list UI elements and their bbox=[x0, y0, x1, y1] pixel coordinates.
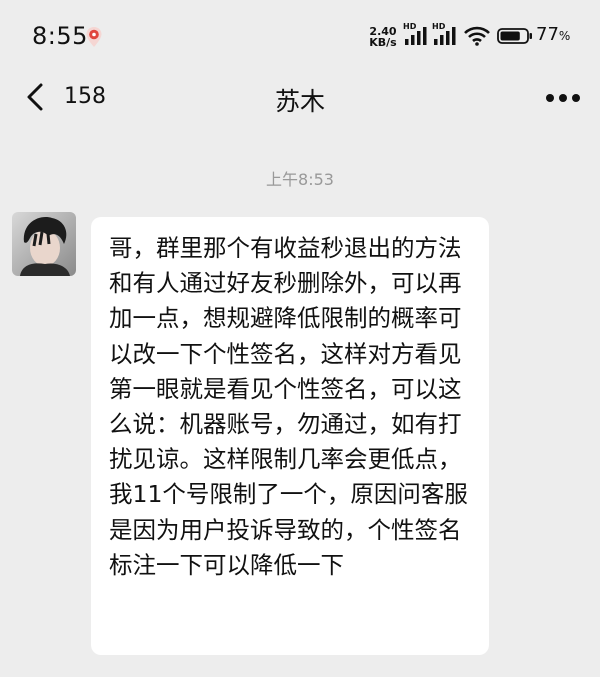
sim2-hd-label: HD bbox=[432, 22, 446, 31]
battery-percentage: 77% bbox=[536, 24, 570, 45]
location-pin-icon bbox=[86, 27, 102, 47]
battery-icon bbox=[497, 28, 532, 44]
more-dots-icon[interactable] bbox=[545, 93, 581, 103]
status-time: 8:55 bbox=[32, 22, 88, 50]
message-text: 哥，群里那个有收益秒退出的方法和有人通过好友秒删除外，可以再加一点，想规避降低限… bbox=[109, 234, 468, 579]
avatar-image bbox=[12, 212, 76, 276]
network-speed-unit: KB/s bbox=[369, 36, 397, 49]
message-timestamp: 上午8:53 bbox=[266, 170, 334, 189]
message-bubble[interactable]: 哥，群里那个有收益秒退出的方法和有人通过好友秒删除外，可以再加一点，想规避降低限… bbox=[91, 217, 489, 655]
status-bar: 8:55 2.40 KB/s HD HD 77% bbox=[0, 0, 600, 72]
signal-sim2: HD bbox=[432, 22, 457, 51]
chat-header: 158 苏木 bbox=[0, 72, 600, 124]
battery-unit: % bbox=[558, 29, 571, 43]
signal-sim1: HD bbox=[403, 22, 428, 51]
chat-title: 苏木 bbox=[274, 87, 325, 116]
avatar[interactable] bbox=[12, 212, 76, 276]
wifi-icon bbox=[464, 26, 490, 46]
sim1-hd-label: HD bbox=[403, 22, 417, 31]
battery-level-fill bbox=[500, 31, 520, 41]
network-speed: 2.40 KB/s bbox=[368, 26, 398, 48]
battery-value: 77 bbox=[536, 24, 559, 45]
